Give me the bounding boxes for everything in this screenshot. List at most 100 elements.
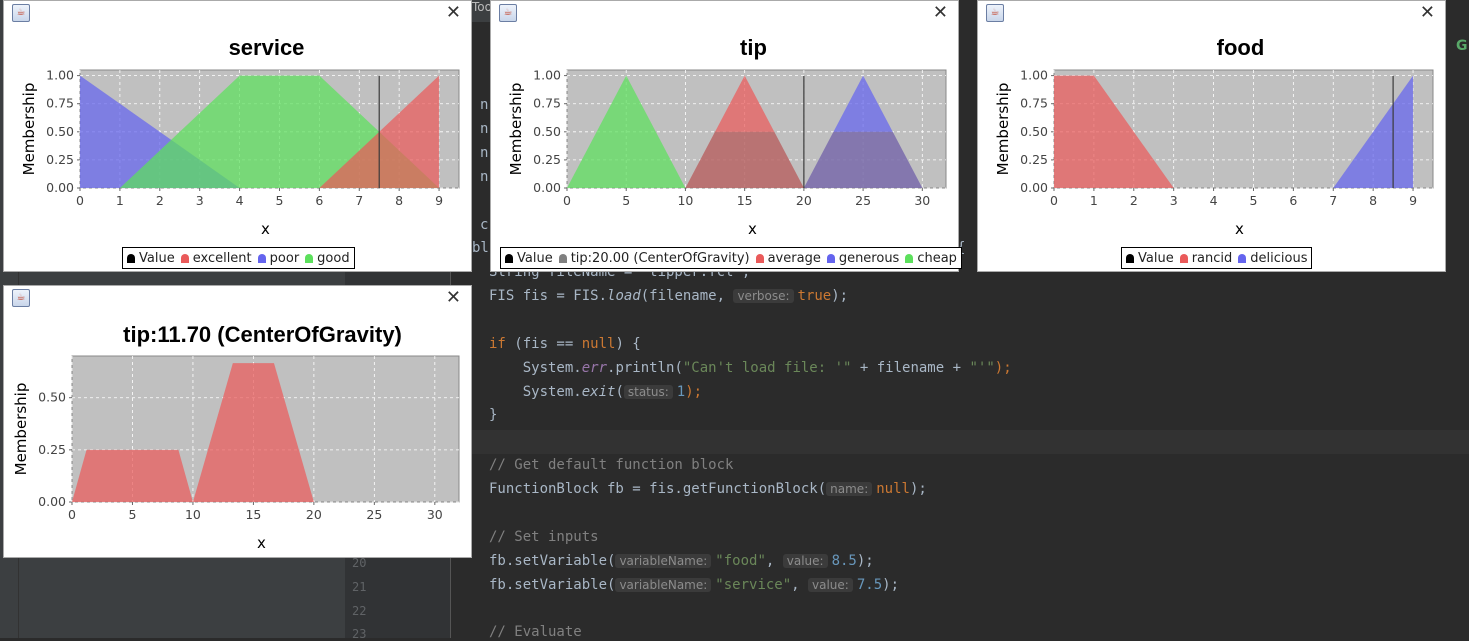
y-axis-label: Membership	[994, 83, 1012, 176]
code-line[interactable]: if (fis == null) {	[489, 336, 641, 352]
x-tick-label: 10	[677, 193, 693, 208]
x-tick-label: 5	[1249, 193, 1257, 208]
x-tick-label: 5	[275, 193, 283, 208]
code-line[interactable]: System.err.println("Can't load file: '" …	[489, 360, 1012, 376]
gutter-line-number: 22	[352, 604, 367, 618]
legend-swatch	[558, 253, 567, 263]
code-text: System.	[489, 360, 582, 376]
x-axis-label: x	[261, 220, 270, 238]
x-tick-label: 7	[355, 193, 363, 208]
x-tick-label: 30	[427, 507, 443, 522]
legend-item: Value	[127, 251, 175, 266]
legend-swatch	[305, 253, 314, 263]
x-tick-label: 25	[366, 507, 382, 522]
code-line[interactable]: fb.setVariable(variableName: "service", v…	[489, 577, 899, 593]
legend-swatch	[826, 253, 835, 263]
chart-title: service	[229, 35, 305, 60]
x-tick-label: 2	[1130, 193, 1138, 208]
code-text: .println(	[607, 360, 683, 376]
legend-label: delicious	[1250, 250, 1308, 266]
code-fragment: n	[480, 97, 489, 113]
code-text: 1	[676, 384, 686, 400]
code-comment: // Get default function block	[489, 457, 734, 473]
chart-window-tip[interactable]: ☕ ✕ tip 0.00 0.25 0.50 0.75 1.00 0 5 10 15 20 25 30 x…	[490, 0, 962, 272]
code-text: 8.5	[831, 553, 857, 569]
x-tick-label: 0	[1050, 193, 1058, 208]
code-line[interactable]: // Set inputs	[489, 529, 599, 545]
x-tick-label: 8	[395, 193, 403, 208]
y-tick-label: 0.25	[46, 152, 74, 167]
run-icon[interactable]: G	[1456, 38, 1468, 54]
code-text: );	[831, 288, 849, 304]
chart-window-food[interactable]: ☕ ✕ food 0.00 0.25 0.50 0.75 1.00 0 1 2 3 4 5 6 7 8 9 x M…	[977, 0, 1446, 272]
x-tick-label: 8	[1369, 193, 1377, 208]
chart-window-service[interactable]: ☕ ✕ service 0.00 0.25 0.50 0.75 1.00 0 1 2 3 4 5 6 7 8…	[3, 0, 472, 272]
parameter-hint: variableName:	[615, 554, 712, 568]
legend-item: generous	[826, 251, 899, 266]
gutter-line-number: 23	[352, 627, 367, 641]
code-text: fb.setVariable(	[489, 577, 616, 593]
code-line[interactable]: FunctionBlock fb = fis.getFunctionBlock(…	[489, 481, 927, 497]
legend-item: Value	[1126, 251, 1174, 266]
x-tick-label: 15	[737, 193, 753, 208]
parameter-hint: value:	[808, 578, 853, 592]
legend-swatch	[755, 253, 764, 263]
code-fragment: n	[480, 169, 489, 185]
code-text: fb.setVariable(	[489, 553, 616, 569]
x-tick-label: 2	[156, 193, 164, 208]
toolbar-fragment-label: Too	[472, 0, 492, 14]
code-text: );	[685, 384, 703, 400]
service-chart: service 0.00 0.25 0.50 0.75 1.00 0 1 2 3 4 5 6 7 8 9 x Me…	[20, 35, 460, 238]
legend-item: Value	[505, 251, 553, 266]
legend-swatch	[257, 253, 266, 263]
code-text: if	[489, 336, 506, 352]
chart-window-tip-result[interactable]: ☕ ✕ tip:11.70 (CenterOfGravity) 0.00 0.25 0…	[3, 285, 472, 558]
y-tick-label: 0.25	[533, 152, 561, 167]
y-tick-label: 0.50	[533, 124, 561, 139]
y-tick-label: 0.75	[46, 96, 74, 111]
code-fragment: c	[480, 217, 489, 233]
code-text: FIS fis = FIS.	[489, 288, 608, 304]
code-line[interactable]: FIS fis = FIS.load(filename, verbose: tru…	[489, 288, 848, 304]
legend-label: Value	[1138, 250, 1174, 266]
y-tick-label: 1.00	[533, 68, 561, 83]
y-axis-label: Membership	[507, 83, 525, 176]
y-tick-label: 0.75	[1020, 96, 1048, 111]
chart-title: tip	[740, 35, 767, 60]
legend-item: rancid	[1179, 251, 1232, 266]
code-text: 7.5	[856, 577, 883, 593]
code-text: null	[581, 336, 616, 352]
y-tick-label: 0.00	[1020, 180, 1048, 195]
legend-item: good	[305, 250, 350, 266]
x-tick-label: 5	[128, 507, 136, 522]
parameter-hint: value:	[782, 554, 828, 568]
y-tick-label: 0.75	[533, 96, 561, 111]
code-text: load	[607, 288, 641, 304]
x-tick-label: 9	[435, 193, 443, 208]
code-line[interactable]: // Get default function block	[489, 457, 733, 473]
toolbar-fragment[interactable]: Too	[472, 0, 492, 22]
tip-result-chart: tip:11.70 (CenterOfGravity) 0.00 0.25 0.50 0…	[12, 322, 460, 552]
legend-swatch	[180, 253, 189, 263]
parameter-hint: verbose:	[733, 289, 794, 303]
legend-swatch	[127, 253, 135, 263]
legend-label: Value	[139, 250, 175, 266]
x-axis-label: x	[257, 534, 266, 552]
code-text: System.	[489, 384, 582, 400]
legend-label: good	[317, 250, 350, 266]
y-tick-label: 1.00	[46, 68, 74, 83]
legend-item: tip:20.00 (CenterOfGravity)	[558, 251, 750, 266]
y-tick-label: 0.50	[46, 124, 74, 139]
legend-label: average	[767, 250, 821, 266]
chart-legend: Value excellent poor good	[122, 247, 355, 269]
chart-legend: Value tip:20.00 (CenterOfGravity) average g…	[500, 247, 962, 269]
x-tick-label: 0	[563, 193, 571, 208]
legend-swatch	[1238, 253, 1247, 263]
legend-swatch	[905, 253, 914, 263]
code-line[interactable]: System.exit(status: 1);	[489, 384, 702, 400]
code-line[interactable]: }	[489, 407, 497, 423]
parameter-hint: status:	[623, 385, 673, 399]
current-line-highlight	[451, 430, 1469, 454]
x-tick-label: 9	[1409, 193, 1417, 208]
code-line[interactable]: fb.setVariable(variableName: "food", valu…	[489, 553, 874, 569]
